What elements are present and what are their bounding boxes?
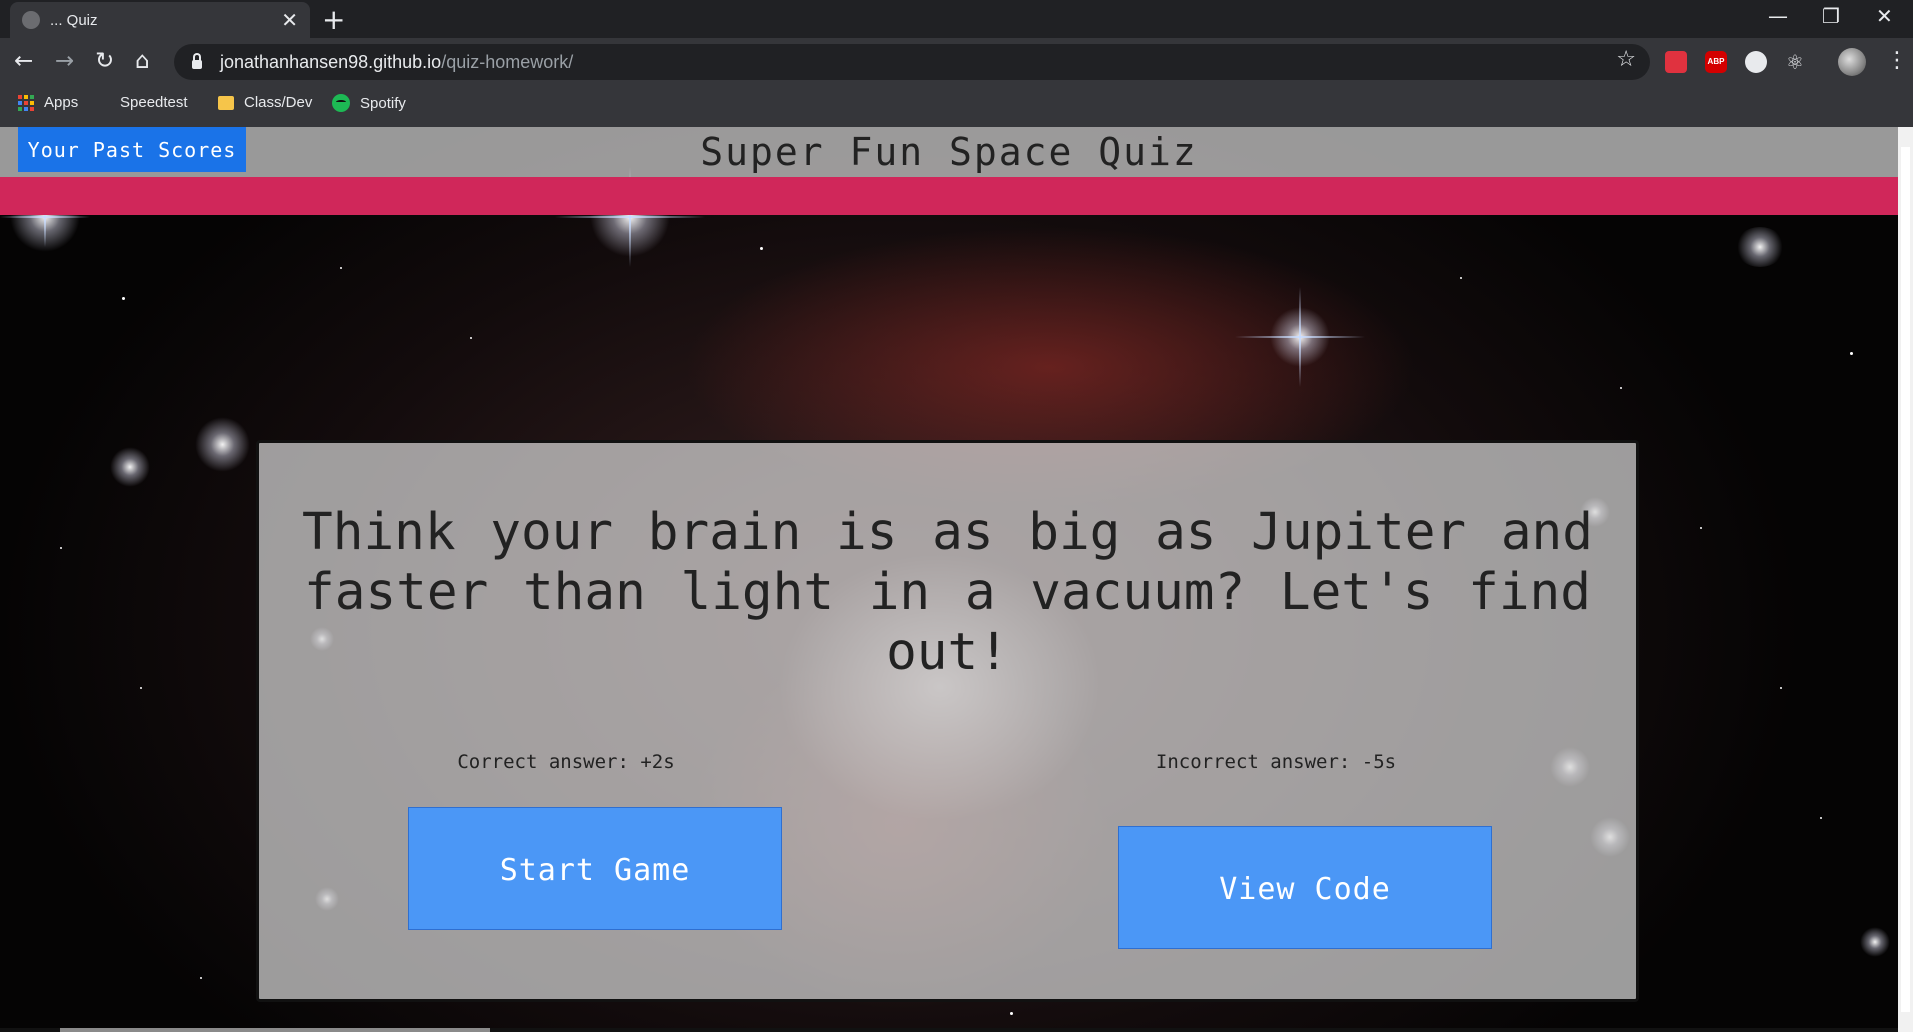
globe-icon — [22, 11, 40, 29]
bookmark-apps[interactable]: Apps — [18, 94, 78, 111]
adblock-extension-icon[interactable]: ABP — [1705, 51, 1727, 73]
horizontal-scrollbar[interactable] — [0, 1028, 1898, 1032]
bookmark-label: Class/Dev — [244, 94, 313, 111]
lock-icon — [192, 53, 202, 69]
apps-grid-icon — [18, 94, 34, 111]
bookmark-label: Speedtest — [120, 94, 188, 111]
bookmark-class-dev[interactable]: Class/Dev — [218, 94, 312, 111]
browser-tab[interactable]: ... Quiz ✕ — [10, 2, 310, 38]
browser-chrome: ... Quiz ✕ + — ❐ ✕ ← → ↻ ⌂ jonathanhanse… — [0, 0, 1913, 127]
intro-text: Think your brain is as big as Jupiter an… — [302, 503, 1593, 682]
react-devtools-icon[interactable]: ⚛ — [1784, 51, 1806, 73]
tab-strip: ... Quiz ✕ + — ❐ ✕ — [0, 0, 1913, 38]
folder-icon — [218, 95, 234, 110]
spotify-icon — [332, 94, 350, 112]
bookmark-star-icon[interactable]: ☆ — [1616, 47, 1636, 72]
vertical-scrollbar[interactable] — [1898, 127, 1913, 1032]
reload-icon[interactable]: ↻ — [95, 46, 114, 76]
bookmark-label: Apps — [44, 94, 79, 111]
bookmarks-bar: Apps Speedtest Class/Dev Spotify — [0, 86, 1913, 127]
scrollbar-thumb[interactable] — [1901, 147, 1910, 1012]
restore-icon[interactable]: ❐ — [1822, 4, 1840, 28]
start-game-button[interactable]: Start Game — [408, 807, 782, 930]
extension-icon[interactable] — [1745, 51, 1767, 73]
page-content: Your Past Scores Super Fun Space Quiz Th… — [0, 127, 1898, 1032]
profile-avatar[interactable] — [1838, 48, 1866, 76]
url-text: jonathanhansen98.github.io/quiz-homework… — [220, 51, 574, 72]
incorrect-answer-rule: Incorrect answer: -5s — [1155, 751, 1397, 773]
more-menu-icon[interactable]: ⋮ — [1886, 48, 1908, 73]
close-icon[interactable]: ✕ — [281, 10, 298, 30]
bookmark-label: Spotify — [360, 94, 406, 112]
minimize-icon[interactable]: — — [1768, 4, 1788, 28]
page-title: Super Fun Space Quiz — [700, 130, 1198, 174]
new-tab-icon[interactable]: + — [322, 3, 345, 36]
site-header: Your Past Scores Super Fun Space Quiz — [0, 127, 1898, 177]
quiz-intro-card: Think your brain is as big as Jupiter an… — [256, 440, 1639, 1002]
bookmark-spotify[interactable]: Spotify — [332, 94, 406, 112]
scrollbar-thumb[interactable] — [60, 1028, 490, 1032]
correct-answer-rule: Correct answer: +2s — [457, 751, 675, 773]
bookmark-speedtest[interactable]: Speedtest — [110, 94, 188, 111]
video-extension-icon[interactable] — [1665, 51, 1687, 73]
view-code-button[interactable]: View Code — [1118, 826, 1492, 949]
forward-icon[interactable]: → — [55, 46, 74, 76]
tab-title: ... Quiz — [50, 11, 98, 29]
address-bar[interactable]: jonathanhansen98.github.io/quiz-homework… — [174, 44, 1650, 80]
back-icon[interactable]: ← — [14, 46, 33, 76]
close-window-icon[interactable]: ✕ — [1876, 4, 1893, 28]
accent-bar — [0, 177, 1898, 215]
home-icon[interactable]: ⌂ — [135, 46, 150, 76]
browser-toolbar: ← → ↻ ⌂ jonathanhansen98.github.io/quiz-… — [0, 38, 1913, 86]
